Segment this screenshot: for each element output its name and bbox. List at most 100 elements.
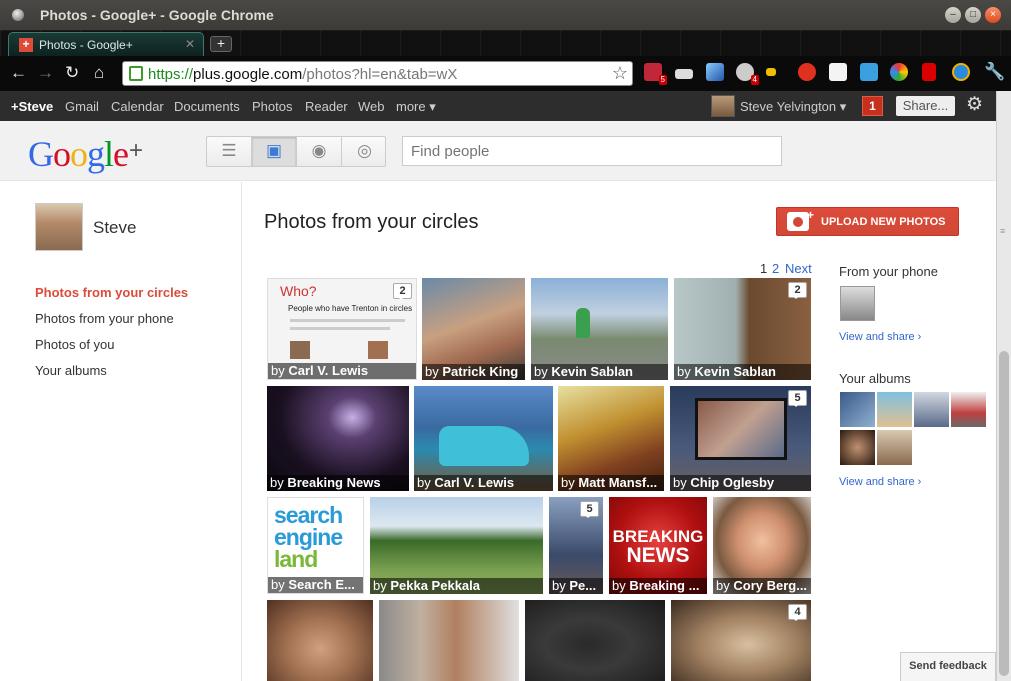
account-menu[interactable]: Steve Yelvington ▾	[740, 99, 846, 115]
extension-gear-icon[interactable]	[952, 63, 970, 81]
album-thumbnail[interactable]	[951, 392, 986, 427]
photo-caption: by Breaking ...	[609, 578, 707, 594]
extension-ruler-icon[interactable]	[675, 69, 693, 79]
window-app-icon	[12, 9, 24, 21]
photo-caption: by Chip Oglesby	[670, 475, 811, 491]
gear-icon[interactable]: ⚙	[966, 95, 983, 115]
photo-tile[interactable]	[379, 600, 519, 681]
album-thumbnail[interactable]	[914, 392, 949, 427]
section-nav: ☰ ▣ ◉ ◎	[206, 136, 386, 167]
find-people-input[interactable]	[402, 136, 782, 166]
gbar-item-plus-steve[interactable]: +Steve	[11, 99, 53, 114]
comment-count-badge: 5	[788, 390, 807, 407]
extension-picker-icon[interactable]	[890, 63, 908, 81]
album-thumbnail[interactable]	[877, 430, 912, 465]
photo-caption: by Search E...	[268, 577, 363, 593]
gbar-item-gmail[interactable]: Gmail	[65, 99, 99, 114]
scrollbar-thumb[interactable]	[999, 351, 1009, 676]
browser-tab-photos[interactable]: + Photos - Google+ ✕	[8, 32, 204, 56]
user-avatar[interactable]	[711, 95, 735, 117]
photo-tile[interactable]: 4	[671, 600, 811, 681]
gbar-item-documents[interactable]: Documents	[174, 99, 240, 114]
photo-tile[interactable]	[525, 600, 665, 681]
album-thumbnail[interactable]	[840, 430, 875, 465]
sidebar-item-your-albums[interactable]: Your albums	[35, 363, 107, 378]
address-bar[interactable]: https://plus.google.com/photos?hl=en&tab…	[122, 61, 633, 86]
photo-tile[interactable]: by Matt Mansf...	[558, 386, 664, 491]
extension-pen-icon[interactable]	[706, 63, 724, 81]
photo-tile[interactable]: by Breaking News	[267, 386, 409, 491]
page-scrollbar[interactable]: ≡	[996, 91, 1011, 681]
new-tab-button[interactable]: +	[210, 36, 232, 52]
photo-tile[interactable]: 5 by Chip Oglesby	[670, 386, 811, 491]
photo-caption: by Kevin Sablan	[531, 364, 668, 380]
google-bar: +Steve Gmail Calendar Documents Photos R…	[0, 91, 996, 121]
photo-caption: by Breaking News	[267, 475, 409, 491]
back-arrow-icon[interactable]: ←	[10, 64, 27, 82]
pager-next[interactable]: Next	[785, 261, 812, 276]
from-your-phone-heading: From your phone	[839, 264, 938, 279]
photo-tile[interactable]: by Patrick King	[422, 278, 525, 380]
google-plus-logo[interactable]: Google+	[28, 133, 143, 175]
photo-tile[interactable]: by Carl V. Lewis	[414, 386, 553, 491]
albums-view-and-share-link[interactable]: View and share ›	[839, 476, 921, 488]
photo-tile[interactable]: by Pekka Pekkala	[370, 497, 543, 594]
gbar-item-more[interactable]: more ▾	[396, 99, 436, 115]
window-titlebar: Photos - Google+ - Google Chrome – □ ×	[0, 0, 1011, 30]
photo-caption: by Pe...	[549, 578, 603, 594]
forward-arrow-icon[interactable]: →	[37, 64, 54, 82]
extension-chat-icon[interactable]: 4	[736, 63, 759, 85]
profile-name[interactable]: Steve	[93, 218, 136, 238]
photo-tile[interactable]: by Cory Berg...	[713, 497, 811, 594]
page-title: Photos from your circles	[264, 211, 479, 233]
minimize-button[interactable]: –	[945, 7, 961, 23]
home-icon[interactable]: ⌂	[94, 64, 104, 82]
photo-caption: by Carl V. Lewis	[414, 475, 553, 491]
photo-tile[interactable]: BREAKING NEWS by Breaking ...	[609, 497, 707, 594]
circles-icon[interactable]: ◎	[342, 137, 387, 166]
photo-tile[interactable]	[267, 600, 373, 681]
comment-count-badge: 4	[788, 604, 807, 621]
photo-tile[interactable]: 5 by Pe...	[549, 497, 603, 594]
maximize-button[interactable]: □	[965, 7, 981, 23]
extension-bird-icon[interactable]: 5	[644, 63, 667, 85]
gbar-item-photos[interactable]: Photos	[252, 99, 292, 114]
search-engine-land-logo: search engine land	[274, 502, 343, 572]
photo-caption: by Cory Berg...	[713, 578, 811, 594]
sidebar-item-photos-from-circles[interactable]: Photos from your circles	[35, 285, 188, 300]
pager-page-2[interactable]: 2	[772, 261, 779, 276]
close-window-button[interactable]: ×	[985, 7, 1001, 23]
extension-window-icon[interactable]	[860, 63, 878, 81]
gbar-item-web[interactable]: Web	[358, 99, 385, 114]
photos-icon[interactable]: ▣	[252, 137, 297, 166]
profile-icon[interactable]: ◉	[297, 137, 342, 166]
extension-flag-icon[interactable]	[922, 63, 936, 81]
photo-tile[interactable]: search engine land by Search E...	[267, 497, 364, 594]
upload-new-photos-button[interactable]: + UPLOAD NEW PHOTOS	[776, 207, 959, 236]
reload-icon[interactable]: ↻	[65, 64, 79, 82]
bookmark-star-icon[interactable]: ☆	[612, 63, 628, 84]
album-thumbnail[interactable]	[877, 392, 912, 427]
extension-shield-icon[interactable]	[798, 63, 816, 81]
sidebar-item-photos-from-phone[interactable]: Photos from your phone	[35, 311, 174, 326]
sidebar-item-photos-of-you[interactable]: Photos of you	[35, 337, 115, 352]
photo-tile[interactable]: Who? People who have Trenton in circles …	[267, 278, 417, 380]
photo-tile[interactable]: 2 by Kevin Sablan	[674, 278, 811, 380]
notification-count-badge[interactable]: 1	[862, 96, 883, 116]
album-thumbnail[interactable]	[840, 392, 875, 427]
extension-notes-icon[interactable]	[829, 63, 847, 81]
phone-photo-thumbnail[interactable]	[840, 286, 875, 321]
send-feedback-button[interactable]: Send feedback	[900, 652, 996, 681]
photo-tile[interactable]: by Kevin Sablan	[531, 278, 668, 380]
close-tab-icon[interactable]: ✕	[185, 37, 195, 51]
gbar-item-calendar[interactable]: Calendar	[111, 99, 164, 114]
extension-arrow-icon[interactable]	[766, 68, 776, 76]
stream-icon[interactable]: ☰	[207, 137, 252, 166]
plus-icon: +	[807, 208, 815, 222]
photo-caption: by Carl V. Lewis	[268, 363, 416, 379]
gbar-item-reader[interactable]: Reader	[305, 99, 348, 114]
wrench-menu-icon[interactable]: 🔧	[984, 63, 1005, 81]
share-button[interactable]: Share...	[896, 96, 955, 116]
profile-avatar[interactable]	[35, 203, 83, 251]
phone-view-and-share-link[interactable]: View and share ›	[839, 331, 921, 343]
